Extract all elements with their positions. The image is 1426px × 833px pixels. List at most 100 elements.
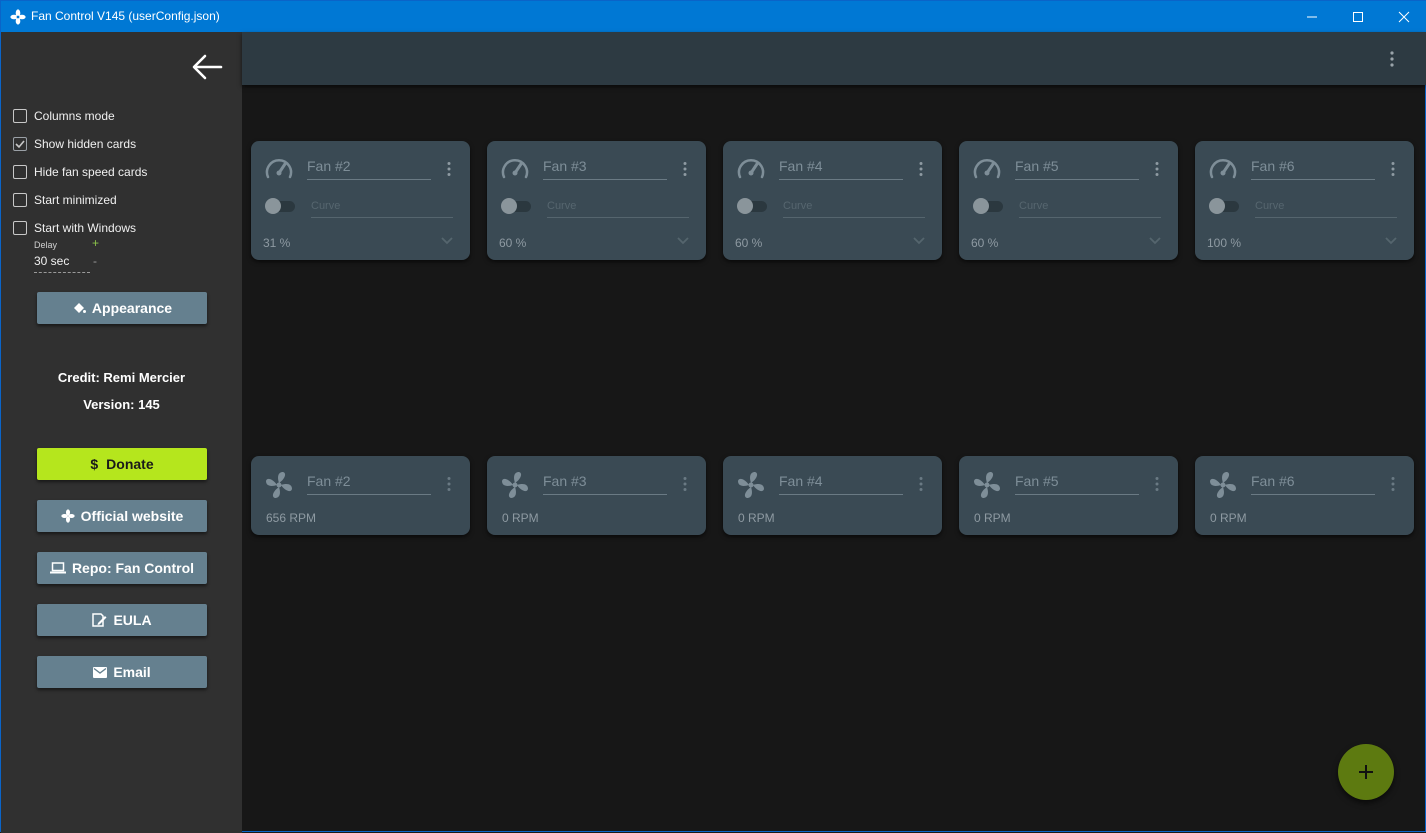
enable-toggle[interactable] [263, 198, 297, 214]
laptop-icon [49, 562, 66, 574]
checkbox-label: Columns mode [34, 109, 115, 123]
speed-card[interactable]: Fan #2 656 RPM [251, 456, 470, 535]
fan-name-input[interactable]: Fan #6 [1251, 473, 1375, 495]
checkbox-box[interactable] [13, 193, 27, 207]
chevron-down-icon[interactable] [913, 237, 925, 245]
fan-name-input[interactable]: Fan #2 [307, 158, 431, 180]
control-value: 100 % [1207, 236, 1242, 250]
title-bar[interactable]: Fan Control V145 (userConfig.json) [1, 1, 1426, 32]
dollar-icon: $ [90, 456, 99, 472]
minimize-button[interactable] [1289, 1, 1335, 32]
show-hidden-cards-checkbox[interactable]: Show hidden cards [13, 136, 136, 152]
speed-value: 0 RPM [738, 511, 775, 525]
settings-drawer: Columns mode Show hidden cards Hide fan … [1, 32, 242, 833]
curve-select[interactable]: Curve [1019, 200, 1161, 218]
checkbox-box[interactable] [13, 137, 27, 151]
control-card[interactable]: Fan #5 Curve 60 % [959, 141, 1178, 260]
close-button[interactable] [1381, 1, 1426, 32]
curve-select[interactable]: Curve [311, 200, 453, 218]
speed-card[interactable]: Fan #5 0 RPM [959, 456, 1178, 535]
checkbox-label: Start with Windows [34, 221, 137, 235]
more-vertical-icon[interactable] [1388, 50, 1396, 68]
checkbox-label: Start minimized [34, 193, 117, 207]
speed-card[interactable]: Fan #3 0 RPM [487, 456, 706, 535]
email-label: Email [113, 664, 151, 680]
columns-mode-checkbox[interactable]: Columns mode [13, 108, 115, 124]
arrow-left-icon[interactable] [189, 52, 225, 82]
more-vertical-icon[interactable] [1390, 161, 1396, 177]
more-vertical-icon[interactable] [1154, 476, 1160, 492]
checkmark-icon [15, 140, 25, 149]
add-card-button[interactable] [1338, 744, 1394, 800]
fan-name-input[interactable]: Fan #5 [1015, 473, 1139, 495]
fan-name-input[interactable]: Fan #4 [779, 158, 903, 180]
more-vertical-icon[interactable] [446, 476, 452, 492]
maximize-button[interactable] [1335, 1, 1381, 32]
fan-icon [60, 509, 75, 523]
curve-select[interactable]: Curve [783, 200, 925, 218]
more-vertical-icon[interactable] [918, 161, 924, 177]
control-value: 31 % [263, 236, 291, 250]
fan-icon [10, 9, 26, 25]
close-icon [1398, 11, 1410, 22]
control-card[interactable]: Fan #2 Curve 31 % [251, 141, 470, 260]
chevron-down-icon[interactable] [677, 237, 689, 245]
app-window: Fan Control V145 (userConfig.json) Colum… [0, 0, 1426, 833]
speed-card[interactable]: Fan #6 0 RPM [1195, 456, 1414, 535]
plus-icon [1359, 765, 1373, 779]
checkbox-label: Hide fan speed cards [34, 165, 148, 179]
start-minimized-checkbox[interactable]: Start minimized [13, 192, 117, 208]
fan-name-input[interactable]: Fan #2 [307, 473, 431, 495]
more-vertical-icon[interactable] [1154, 161, 1160, 177]
enable-toggle[interactable] [1207, 198, 1241, 214]
appearance-button[interactable]: Appearance [37, 292, 207, 324]
more-vertical-icon[interactable] [446, 161, 452, 177]
enable-toggle[interactable] [499, 198, 533, 214]
email-button[interactable]: Email [37, 656, 207, 688]
chevron-down-icon[interactable] [1385, 237, 1397, 245]
more-vertical-icon[interactable] [682, 476, 688, 492]
window-title: Fan Control V145 (userConfig.json) [31, 9, 220, 23]
credit-text: Credit: Remi Mercier [57, 370, 186, 385]
enable-toggle[interactable] [971, 198, 1005, 214]
more-vertical-icon[interactable] [682, 161, 688, 177]
control-value: 60 % [735, 236, 763, 250]
delay-decrease-button[interactable]: - [93, 254, 97, 268]
curve-select[interactable]: Curve [547, 200, 689, 218]
appearance-label: Appearance [91, 300, 173, 316]
more-vertical-icon[interactable] [918, 476, 924, 492]
start-with-windows-checkbox[interactable]: Start with Windows [13, 220, 136, 236]
more-vertical-icon[interactable] [1390, 476, 1396, 492]
checkbox-box[interactable] [13, 109, 27, 123]
control-value: 60 % [499, 236, 527, 250]
control-card[interactable]: Fan #3 Curve 60 % [487, 141, 706, 260]
repo-button[interactable]: Repo: Fan Control [37, 552, 207, 584]
fan-name-input[interactable]: Fan #4 [779, 473, 903, 495]
fan-name-input[interactable]: Fan #3 [543, 158, 667, 180]
enable-toggle[interactable] [735, 198, 769, 214]
fan-name-input[interactable]: Fan #5 [1015, 158, 1139, 180]
top-app-bar [242, 32, 1426, 85]
official-website-button[interactable]: Official website [37, 500, 207, 532]
control-card[interactable]: Fan #4 Curve 60 % [723, 141, 942, 260]
paint-bucket-icon [73, 303, 86, 313]
speed-value: 0 RPM [1210, 511, 1247, 525]
chevron-down-icon[interactable] [441, 237, 453, 245]
fan-name-input[interactable]: Fan #6 [1251, 158, 1375, 180]
hide-fan-speed-cards-checkbox[interactable]: Hide fan speed cards [13, 164, 147, 180]
speed-value: 0 RPM [502, 511, 539, 525]
chevron-down-icon[interactable] [1149, 237, 1161, 245]
speed-card[interactable]: Fan #4 0 RPM [723, 456, 942, 535]
donate-button[interactable]: $ Donate [37, 448, 207, 480]
delay-input[interactable]: 30 sec [34, 254, 90, 273]
delay-label: Delay [34, 240, 58, 250]
fan-name-input[interactable]: Fan #3 [543, 473, 667, 495]
control-card[interactable]: Fan #6 Curve 100 % [1195, 141, 1414, 260]
delay-increase-button[interactable]: + [92, 236, 99, 250]
checkbox-box[interactable] [13, 221, 27, 235]
checkbox-label: Show hidden cards [34, 137, 137, 151]
repo-label: Repo: Fan Control [71, 560, 195, 576]
checkbox-box[interactable] [13, 165, 27, 179]
eula-button[interactable]: EULA [37, 604, 207, 636]
curve-select[interactable]: Curve [1255, 200, 1397, 218]
